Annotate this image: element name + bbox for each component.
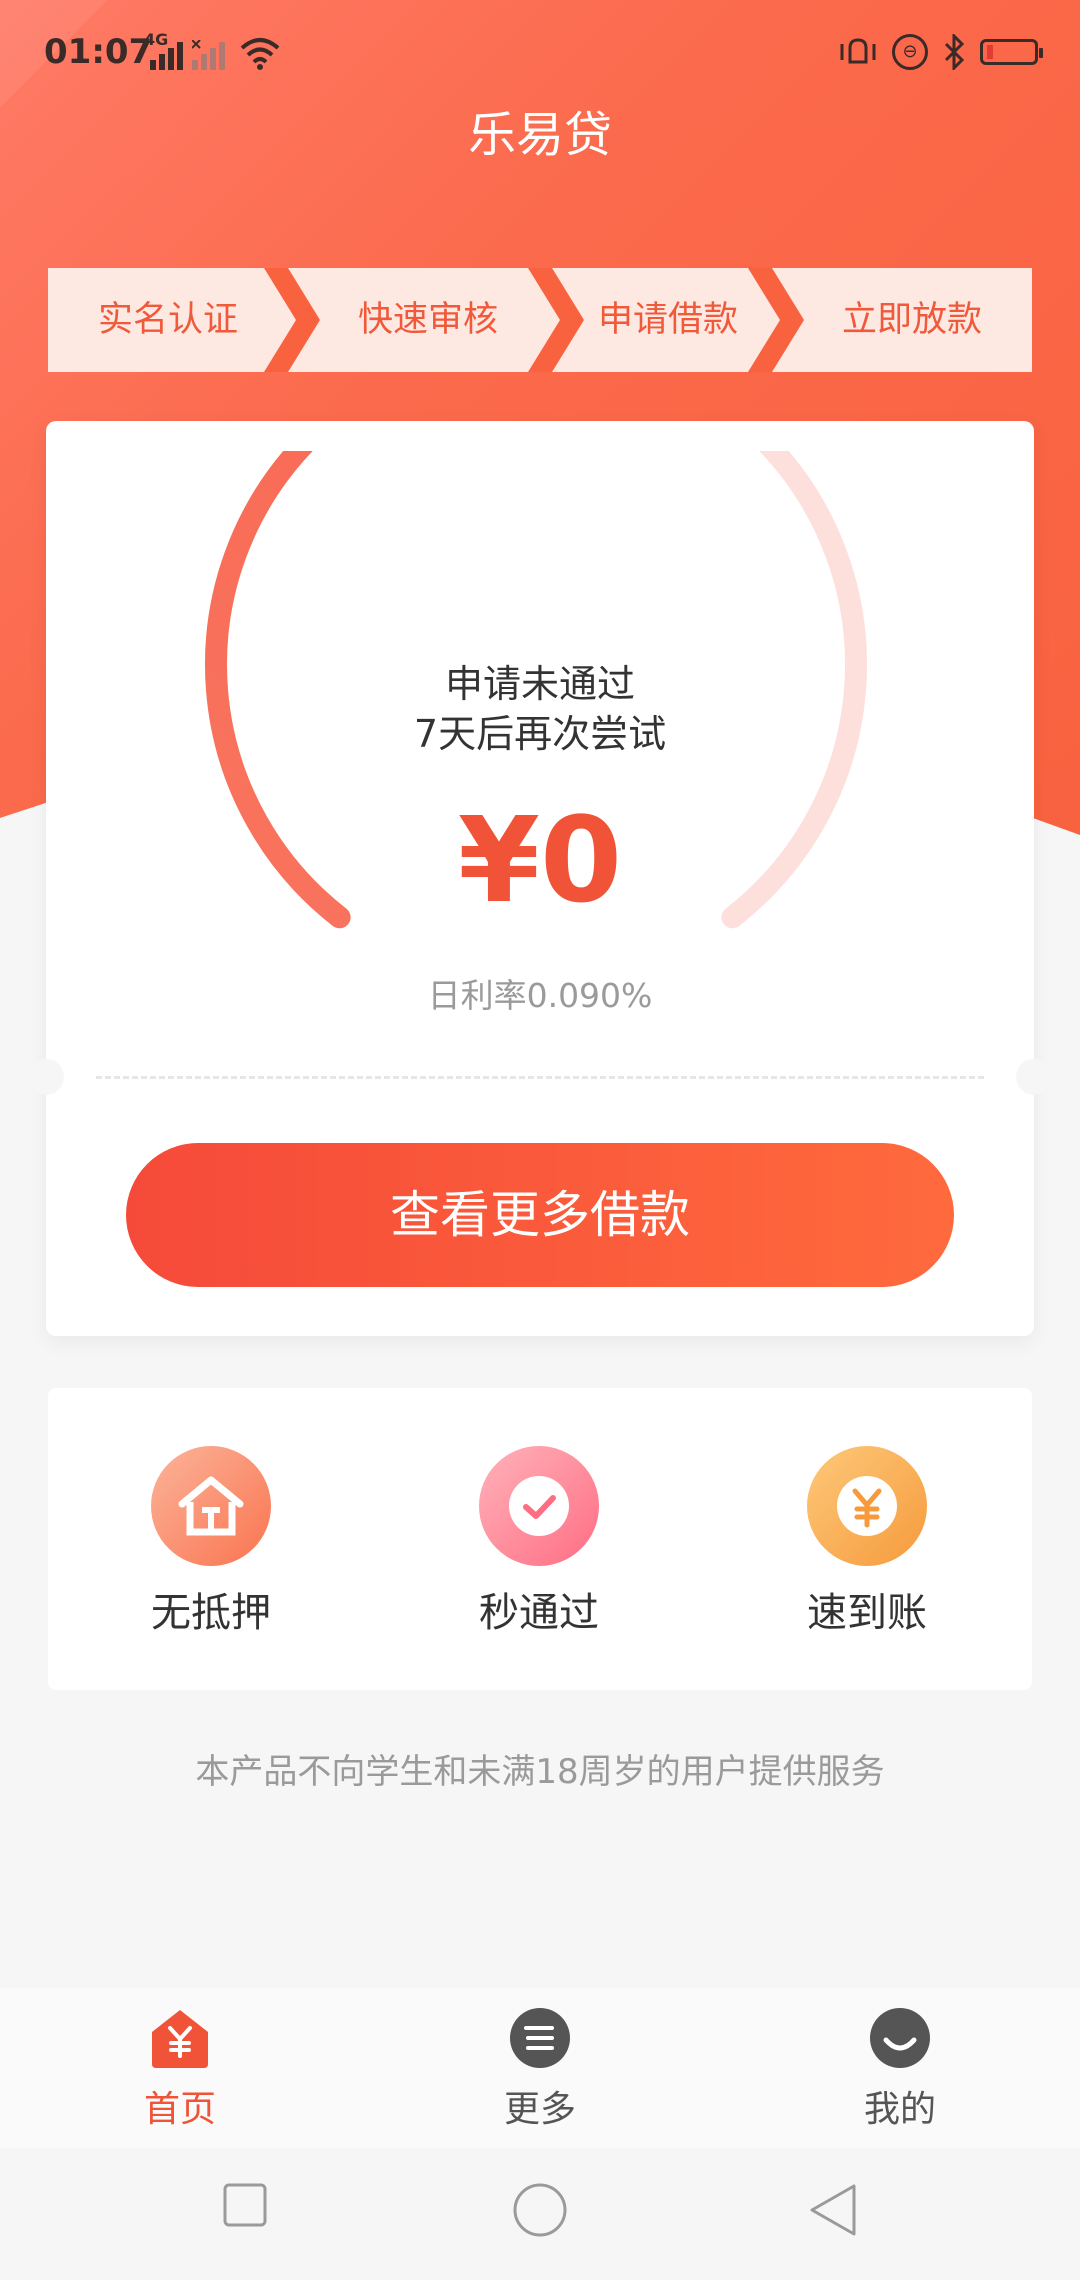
status-time: 01:07 [44, 32, 153, 72]
signal-no-sim-icon [192, 40, 225, 70]
tab-mine[interactable]: 我的 [800, 2006, 1000, 2132]
status-bar: 01:07 4G ⊖ [0, 0, 1080, 110]
check-icon [479, 1446, 599, 1566]
recents-icon[interactable] [222, 2182, 268, 2228]
feature-no-collateral: 无抵押 [111, 1446, 311, 1638]
rotation-lock-icon: ⊖ [892, 34, 928, 70]
tab-label: 更多 [503, 2089, 576, 2130]
retry-hint: 7天后再次尝试 [413, 712, 667, 756]
daily-rate: 日利率0.090% [427, 976, 653, 1015]
feature-label: 速到账 [807, 1590, 927, 1636]
back-icon[interactable] [808, 2182, 858, 2238]
yen-coin-icon [807, 1446, 927, 1566]
card-notch-right [1016, 1059, 1052, 1095]
feature-instant-approval: 秒通过 [439, 1446, 639, 1638]
tab-label: 首页 [143, 2089, 216, 2130]
signal-icon [150, 42, 183, 70]
tab-label: 我的 [863, 2089, 936, 2130]
system-nav-bar [0, 2148, 1080, 2280]
step-1-label: 实名认证 [97, 300, 238, 340]
tab-more[interactable]: 更多 [440, 2006, 640, 2132]
bluetooth-icon [944, 34, 965, 70]
loan-amount: ¥0 [457, 791, 623, 929]
process-steps: 实名认证 快速审核 申请借款 立即放款 [48, 268, 1032, 372]
more-loans-button[interactable]: 查看更多借款 [126, 1143, 954, 1287]
home-circle-icon[interactable] [512, 2182, 568, 2238]
tab-bar: 首页 更多 我的 [0, 1988, 1080, 2148]
card-divider [96, 1076, 984, 1079]
status-right-icons: ⊖ [838, 34, 1043, 70]
app-title: 乐易贷 [467, 107, 612, 163]
step-2-label: 快速审核 [357, 300, 498, 340]
age-restriction-notice: 本产品不向学生和未满18周岁的用户提供服务 [195, 1752, 885, 1792]
features-card: 无抵押 秒通过 速到账 [48, 1388, 1032, 1690]
step-4-label: 立即放款 [841, 300, 982, 340]
smile-icon [870, 2008, 930, 2068]
battery-icon [980, 39, 1043, 65]
feature-fast-payout: 速到账 [767, 1446, 967, 1638]
wifi-icon [240, 38, 280, 70]
mute-vibrate-icon [840, 38, 876, 64]
application-status: 申请未通过 [444, 662, 635, 706]
list-icon [510, 2008, 570, 2068]
feature-label: 秒通过 [479, 1590, 599, 1636]
feature-label: 无抵押 [151, 1590, 271, 1636]
card-notch-left [28, 1059, 64, 1095]
tab-home[interactable]: 首页 [80, 2006, 280, 2132]
house-icon [151, 1446, 271, 1566]
loan-card: 申请未通过 7天后再次尝试 ¥0 日利率0.090% 查看更多借款 [28, 421, 1052, 1336]
home-yen-icon [152, 2010, 208, 2068]
